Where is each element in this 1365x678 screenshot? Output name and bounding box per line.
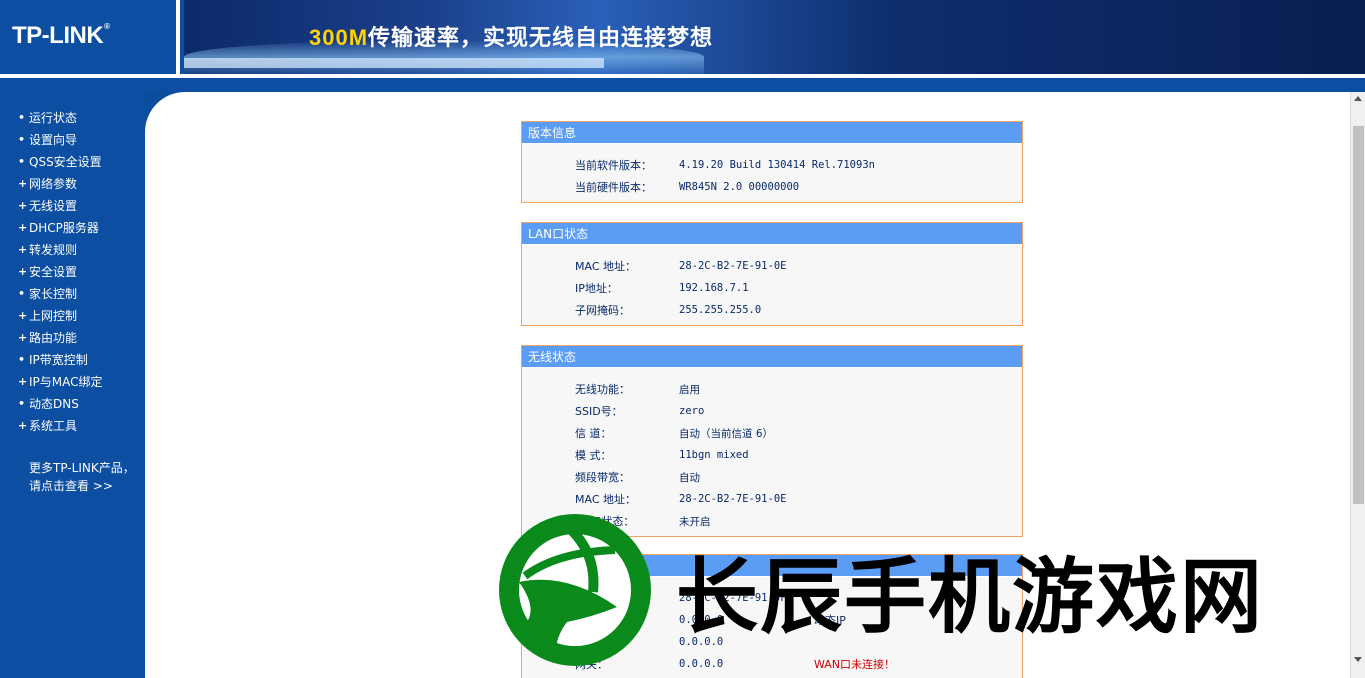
plus-icon: +	[18, 177, 28, 190]
sidebar-item-bandwidth[interactable]: • IP带宽控制	[18, 349, 103, 371]
bullet-icon: •	[18, 133, 26, 146]
logo-box: TP-LINK®	[0, 0, 180, 74]
sidebar-item-system-tools[interactable]: + 系统工具	[18, 415, 103, 437]
vertical-scrollbar[interactable]	[1350, 92, 1365, 678]
sidebar-item-forwarding[interactable]: + 转发规则	[18, 239, 103, 261]
sidebar-item-network[interactable]: + 网络参数	[18, 173, 103, 195]
sidebar-menu: • 运行状态 • 设置向导 • QSS安全设置 + 网络参数 + 无线设置 + DHCP服务…	[18, 107, 103, 437]
sidebar-item-wireless[interactable]: + 无线设置	[18, 195, 103, 217]
banner: 300M传输速率，实现无线自由连接梦想	[184, 0, 1365, 74]
watermark-text: 长辰手机游戏网	[676, 550, 1265, 645]
info-row: MAC 地址： 28-2C-B2-7E-91-0E	[575, 493, 787, 506]
info-row: IP地址： 192.168.7.1	[575, 282, 749, 295]
info-row: 信 道： 自动（当前信道 6）	[575, 427, 774, 440]
banner-wave-highlight	[184, 58, 604, 68]
info-row: 当前硬件版本： WR845N 2.0 00000000	[575, 181, 800, 194]
sidebar-item-qss[interactable]: • QSS安全设置	[18, 151, 103, 173]
plus-icon: +	[18, 419, 28, 432]
scroll-up-icon[interactable]	[1354, 96, 1362, 101]
plus-icon: +	[18, 221, 28, 234]
scroll-down-icon[interactable]	[1354, 657, 1362, 662]
bullet-icon: •	[18, 397, 26, 410]
watermark-logo-icon	[499, 514, 651, 666]
sidebar-item-ip-mac[interactable]: + IP与MAC绑定	[18, 371, 103, 393]
sidebar-item-parental[interactable]: • 家长控制	[18, 283, 103, 305]
plus-icon: +	[18, 331, 28, 344]
bullet-icon: •	[18, 155, 26, 168]
panel-title: 版本信息	[522, 122, 1022, 144]
sidebar-item-wizard[interactable]: • 设置向导	[18, 129, 103, 151]
wan-error-text: WAN口未连接！	[814, 658, 896, 671]
plus-icon: +	[18, 265, 28, 278]
plus-icon: +	[18, 199, 28, 212]
header: TP-LINK® 300M传输速率，实现无线自由连接梦想	[0, 0, 1365, 92]
info-row: MAC 地址： 28-2C-B2-7E-91-0E	[575, 260, 787, 273]
panel-title: LAN口状态	[522, 223, 1022, 245]
bullet-icon: •	[18, 111, 26, 124]
bullet-icon: •	[18, 353, 26, 366]
plus-icon: +	[18, 243, 28, 256]
scroll-thumb[interactable]	[1353, 126, 1364, 504]
sidebar-item-ddns[interactable]: • 动态DNS	[18, 393, 103, 415]
sidebar-item-dhcp[interactable]: + DHCP服务器	[18, 217, 103, 239]
sidebar: • 运行状态 • 设置向导 • QSS安全设置 + 网络参数 + 无线设置 + DHCP服务…	[0, 92, 145, 678]
info-row: 当前软件版本： 4.19.20 Build 130414 Rel.71093n	[575, 159, 875, 172]
lan-panel: LAN口状态 MAC 地址： 28-2C-B2-7E-91-0E IP地址： 192…	[521, 222, 1023, 326]
sidebar-item-status[interactable]: • 运行状态	[18, 107, 103, 129]
banner-slogan: 300M传输速率，实现无线自由连接梦想	[309, 25, 714, 51]
wireless-panel: 无线状态 无线功能： 启用 SSID号： zero 信 道： 自动（当前信道 6） 模…	[521, 345, 1023, 537]
sidebar-item-routing[interactable]: + 路由功能	[18, 327, 103, 349]
panel-title: 无线状态	[522, 346, 1022, 368]
info-row: 无线功能： 启用	[575, 383, 700, 396]
header-divider	[0, 74, 1365, 78]
info-row: SSID号： zero	[575, 405, 705, 418]
version-panel: 版本信息 当前软件版本： 4.19.20 Build 130414 Rel.710…	[521, 121, 1023, 203]
info-row: 模 式： 11bgn mixed	[575, 449, 749, 462]
more-products-link[interactable]: 更多TP-LINK产品， 请点击查看 >>	[29, 459, 135, 495]
info-row: 频段带宽： 自动	[575, 471, 700, 484]
info-row: 子网掩码： 255.255.255.0	[575, 304, 762, 317]
sidebar-item-access-control[interactable]: + 上网控制	[18, 305, 103, 327]
plus-icon: +	[18, 375, 28, 388]
bullet-icon: •	[18, 287, 26, 300]
tp-link-logo[interactable]: TP-LINK®	[12, 22, 110, 50]
plus-icon: +	[18, 309, 28, 322]
sidebar-item-security[interactable]: + 安全设置	[18, 261, 103, 283]
